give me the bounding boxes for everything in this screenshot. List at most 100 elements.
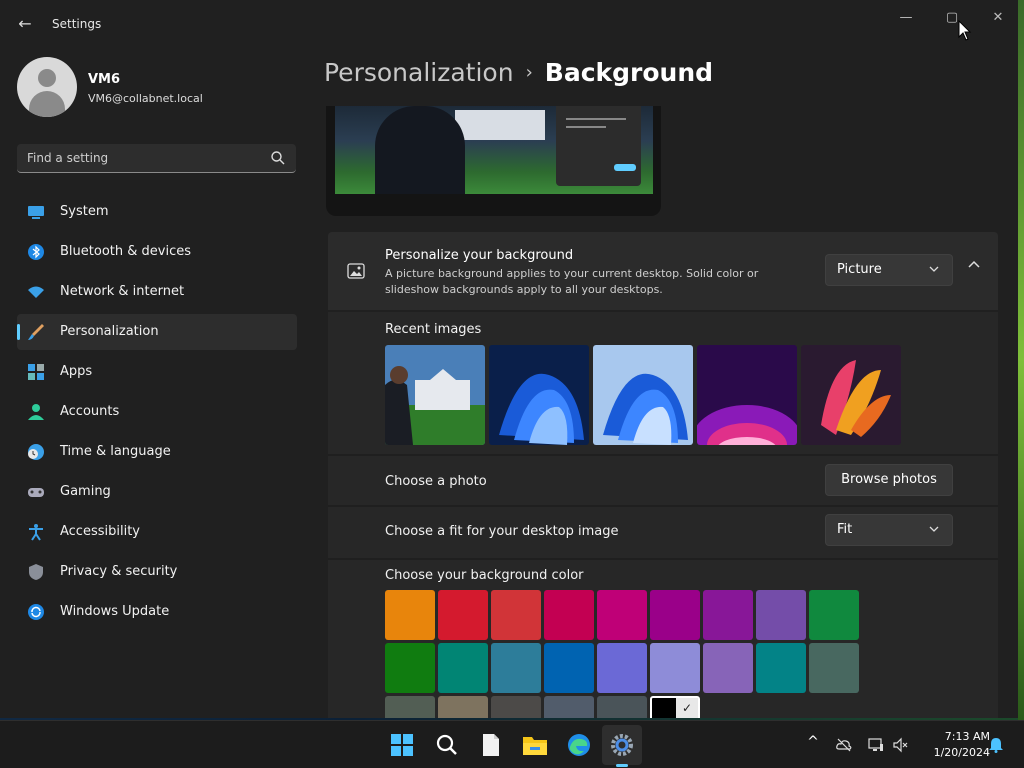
- fit-value: Fit: [837, 522, 853, 537]
- system-clock[interactable]: 7:13 AM 1/20/2024: [920, 729, 990, 761]
- choose-photo-label: Choose a photo: [385, 474, 487, 489]
- accessibility-icon: [29, 524, 43, 541]
- preview-building: [455, 110, 545, 140]
- color-swatch[interactable]: [756, 643, 806, 693]
- background-type-value: Picture: [837, 262, 882, 277]
- active-app-indicator: [616, 764, 628, 767]
- divider: [328, 505, 998, 507]
- clock-globe-icon: [28, 444, 44, 460]
- fit-dropdown[interactable]: Fit: [825, 514, 953, 546]
- search-icon[interactable]: [433, 731, 461, 759]
- breadcrumb-separator: ›: [525, 62, 533, 83]
- file-explorer-icon[interactable]: [521, 731, 549, 759]
- fit-label: Choose a fit for your desktop image: [385, 524, 619, 539]
- close-button[interactable]: ✕: [976, 6, 1018, 36]
- color-swatch[interactable]: [703, 643, 753, 693]
- wifi-icon: [28, 286, 44, 298]
- avatar-head-icon: [38, 69, 56, 87]
- user-name: VM6: [88, 72, 121, 87]
- close-icon: ✕: [992, 10, 1004, 25]
- edge-icon[interactable]: [565, 731, 593, 759]
- breadcrumb-parent[interactable]: Personalization: [324, 58, 514, 87]
- recent-image-blue-bloom-dark[interactable]: [489, 345, 589, 445]
- color-swatch[interactable]: [650, 590, 700, 640]
- back-button[interactable]: ←: [14, 14, 36, 36]
- color-swatch[interactable]: [650, 643, 700, 693]
- avatar[interactable]: [17, 57, 77, 117]
- color-swatch[interactable]: [544, 643, 594, 693]
- sidebar-item-time-language[interactable]: Time & language: [17, 434, 297, 470]
- sidebar-item-label: Bluetooth & devices: [60, 244, 191, 259]
- sidebar-item-gaming[interactable]: Gaming: [17, 474, 297, 510]
- desktop-wallpaper-edge: [1018, 0, 1024, 720]
- notification-bell-icon[interactable]: [988, 737, 1004, 753]
- color-swatch[interactable]: [438, 696, 488, 718]
- show-hidden-icons-chevron-icon[interactable]: ^: [805, 734, 821, 750]
- recent-image-purple-glow[interactable]: [697, 345, 797, 445]
- background-type-dropdown[interactable]: Picture: [825, 254, 953, 286]
- color-swatch[interactable]: [544, 696, 594, 718]
- network-icon[interactable]: [868, 737, 884, 753]
- color-swatch[interactable]: [438, 643, 488, 693]
- sidebar-item-accessibility[interactable]: Accessibility: [17, 514, 297, 550]
- sidebar-item-label: Privacy & security: [60, 564, 178, 579]
- color-swatch[interactable]: [385, 643, 435, 693]
- start-icon[interactable]: [388, 731, 416, 759]
- color-swatch[interactable]: [544, 590, 594, 640]
- sidebar-item-label: Windows Update: [60, 604, 170, 619]
- volume-muted-icon[interactable]: [893, 737, 909, 753]
- sidebar-item-network-internet[interactable]: Network & internet: [17, 274, 297, 310]
- browse-photos-button[interactable]: Browse photos: [825, 464, 953, 496]
- search-box[interactable]: [17, 144, 296, 173]
- search-input[interactable]: [27, 149, 267, 167]
- sidebar-item-bluetooth-devices[interactable]: Bluetooth & devices: [17, 234, 297, 270]
- title-bar: ← Settings — ▢ ✕: [0, 0, 1018, 48]
- color-swatch[interactable]: [491, 696, 541, 718]
- sidebar-item-windows-update[interactable]: Windows Update: [17, 594, 297, 630]
- sidebar-item-accounts[interactable]: Accounts: [17, 394, 297, 430]
- color-swatch[interactable]: [809, 643, 859, 693]
- bluetooth-icon: [28, 244, 44, 260]
- user-email: VM6@collabnet.local: [88, 92, 203, 105]
- sidebar-item-personalization[interactable]: Personalization: [17, 314, 297, 350]
- maximize-icon: ▢: [945, 10, 959, 25]
- picture-icon: [347, 263, 365, 279]
- search-icon[interactable]: [270, 150, 286, 166]
- color-swatch[interactable]: [491, 590, 541, 640]
- chevron-down-icon: [929, 526, 939, 532]
- color-swatch[interactable]: [703, 590, 753, 640]
- color-swatch[interactable]: [385, 696, 435, 718]
- chevron-up-icon[interactable]: [964, 254, 984, 274]
- color-swatch[interactable]: [438, 590, 488, 640]
- cloud-offline-icon[interactable]: [836, 737, 852, 753]
- recent-image-blue-bloom-light[interactable]: [593, 345, 693, 445]
- divider: [328, 454, 998, 456]
- recent-image-white-house[interactable]: [385, 345, 485, 445]
- color-swatch[interactable]: [491, 643, 541, 693]
- shield-icon: [29, 564, 43, 580]
- preview-person: [375, 106, 465, 194]
- sidebar-item-label: Apps: [60, 364, 93, 379]
- recent-image-colorful-ribbon[interactable]: [801, 345, 901, 445]
- sidebar-item-apps[interactable]: Apps: [17, 354, 297, 390]
- color-swatch[interactable]: [809, 590, 859, 640]
- personalize-background-card[interactable]: Personalize your background A picture ba…: [328, 232, 998, 310]
- color-swatch[interactable]: [756, 590, 806, 640]
- sidebar-item-system[interactable]: System: [17, 194, 297, 230]
- color-swatch[interactable]: [597, 696, 647, 718]
- color-swatch[interactable]: ✓: [650, 696, 700, 718]
- color-swatch[interactable]: [597, 643, 647, 693]
- app-title: Settings: [52, 17, 102, 31]
- settings-icon[interactable]: [608, 731, 636, 759]
- update-icon: [28, 604, 44, 620]
- color-swatch[interactable]: [385, 590, 435, 640]
- color-swatch[interactable]: [597, 590, 647, 640]
- sidebar-item-privacy-security[interactable]: Privacy & security: [17, 554, 297, 590]
- sidebar: VM6 VM6@collabnet.local System Bluetooth…: [0, 48, 310, 718]
- minimize-button[interactable]: —: [884, 6, 928, 36]
- brush-icon: [28, 324, 44, 340]
- file-icon[interactable]: [477, 731, 505, 759]
- minimize-icon: —: [899, 10, 913, 25]
- settings-window: ← Settings — ▢ ✕ VM6 VM6@collabnet.local…: [0, 0, 1018, 718]
- clock-date: 1/20/2024: [933, 746, 990, 759]
